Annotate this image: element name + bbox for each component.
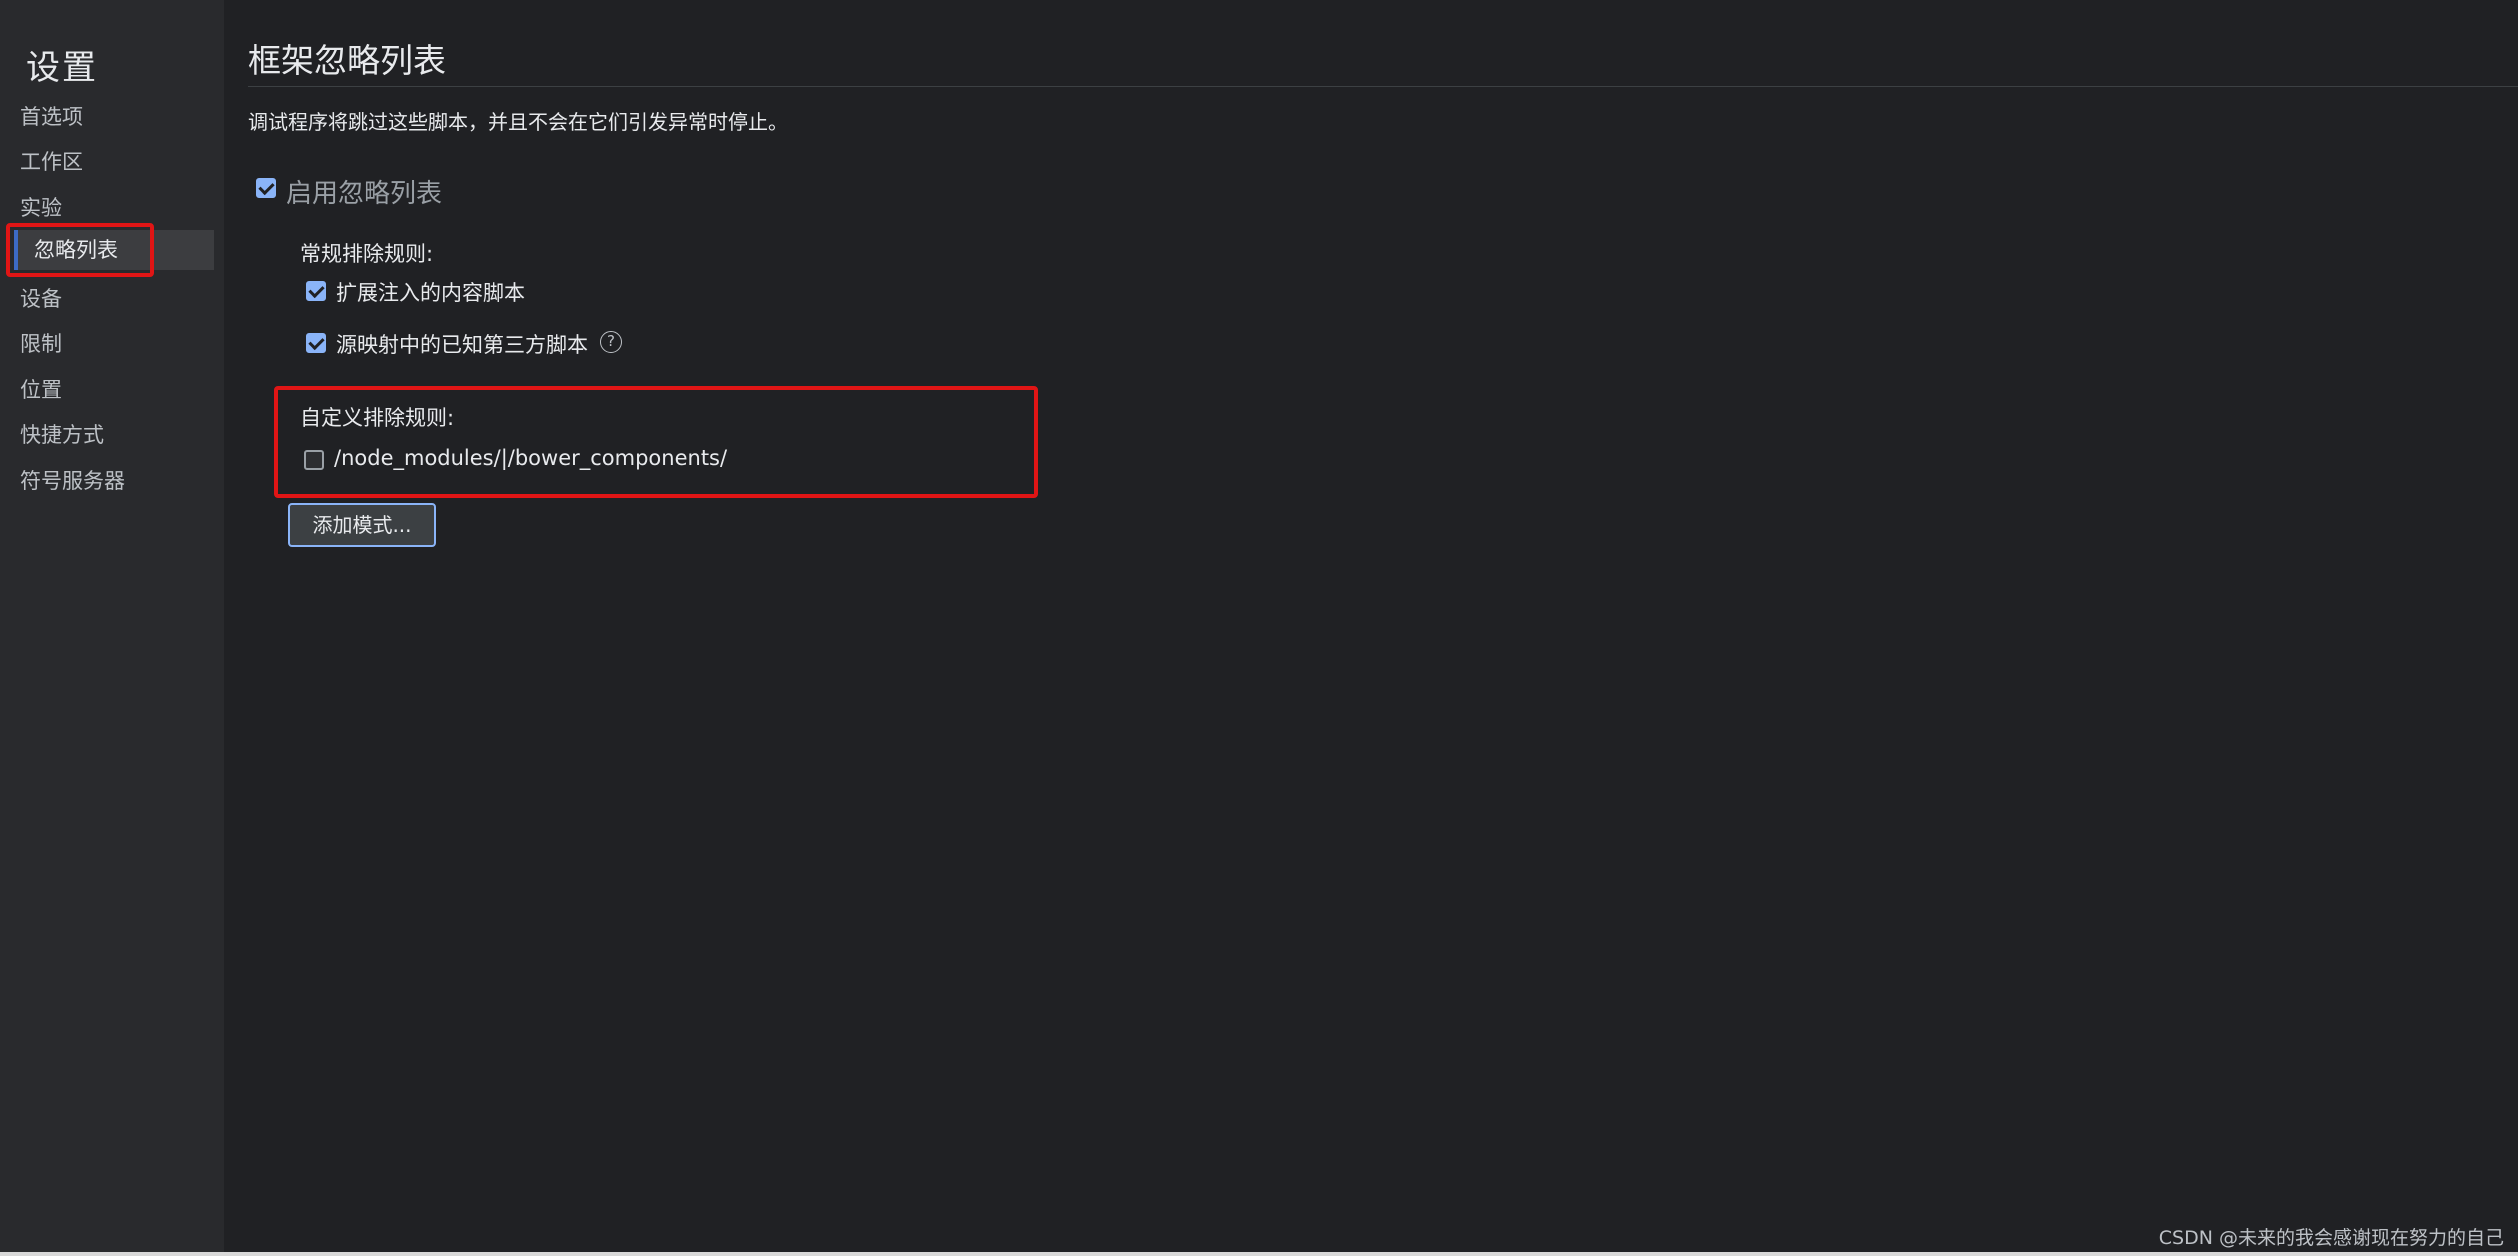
sidebar-item-locations[interactable]: 位置 <box>20 370 62 410</box>
sidebar-item-experiments[interactable]: 实验 <box>20 188 62 228</box>
general-rules-heading: 常规排除规则: <box>300 242 434 266</box>
settings-sidebar: 设置 首选项 工作区 实验 忽略列表 设备 限制 位置 快捷方式 符号服务器 <box>0 0 224 1256</box>
sidebar-item-workspace[interactable]: 工作区 <box>20 142 83 182</box>
sidebar-item-devices[interactable]: 设备 <box>20 279 62 319</box>
panel-description: 调试程序将跳过这些脚本，并且不会在它们引发异常时停止。 <box>248 110 788 134</box>
content-scripts-checkbox[interactable] <box>306 281 326 301</box>
settings-page: 设置 首选项 工作区 实验 忽略列表 设备 限制 位置 快捷方式 符号服务器 框… <box>0 0 2518 1256</box>
custom-pattern-checkbox[interactable] <box>304 450 324 470</box>
ignore-list-panel: 框架忽略列表 调试程序将跳过这些脚本，并且不会在它们引发异常时停止。 启用忽略列… <box>224 0 2518 1256</box>
third-party-scripts-label: 源映射中的已知第三方脚本 <box>336 333 588 357</box>
add-pattern-button[interactable]: 添加模式... <box>288 503 436 547</box>
enable-ignore-list-checkbox[interactable] <box>256 178 276 198</box>
page-title: 框架忽略列表 <box>248 41 446 80</box>
watermark: CSDN @未来的我会感谢现在努力的自己 <box>2158 1227 2504 1249</box>
custom-rules-heading: 自定义排除规则: <box>300 406 455 430</box>
help-icon[interactable]: ? <box>600 331 622 353</box>
selected-item-annotation-box <box>6 223 154 277</box>
third-party-scripts-checkbox[interactable] <box>306 333 326 353</box>
title-divider <box>248 86 2518 87</box>
content-scripts-label: 扩展注入的内容脚本 <box>336 281 525 305</box>
enable-ignore-list-label: 启用忽略列表 <box>286 179 443 209</box>
sidebar-item-throttling[interactable]: 限制 <box>20 324 62 364</box>
sidebar-item-preferences[interactable]: 首选项 <box>20 97 83 137</box>
sidebar-item-symbol-servers[interactable]: 符号服务器 <box>20 461 125 501</box>
sidebar-item-shortcuts[interactable]: 快捷方式 <box>20 415 104 455</box>
custom-pattern-label: /node_modules/|/bower_components/ <box>334 446 728 470</box>
bottom-edge <box>0 1252 2518 1256</box>
sidebar-title: 设置 <box>26 48 98 88</box>
